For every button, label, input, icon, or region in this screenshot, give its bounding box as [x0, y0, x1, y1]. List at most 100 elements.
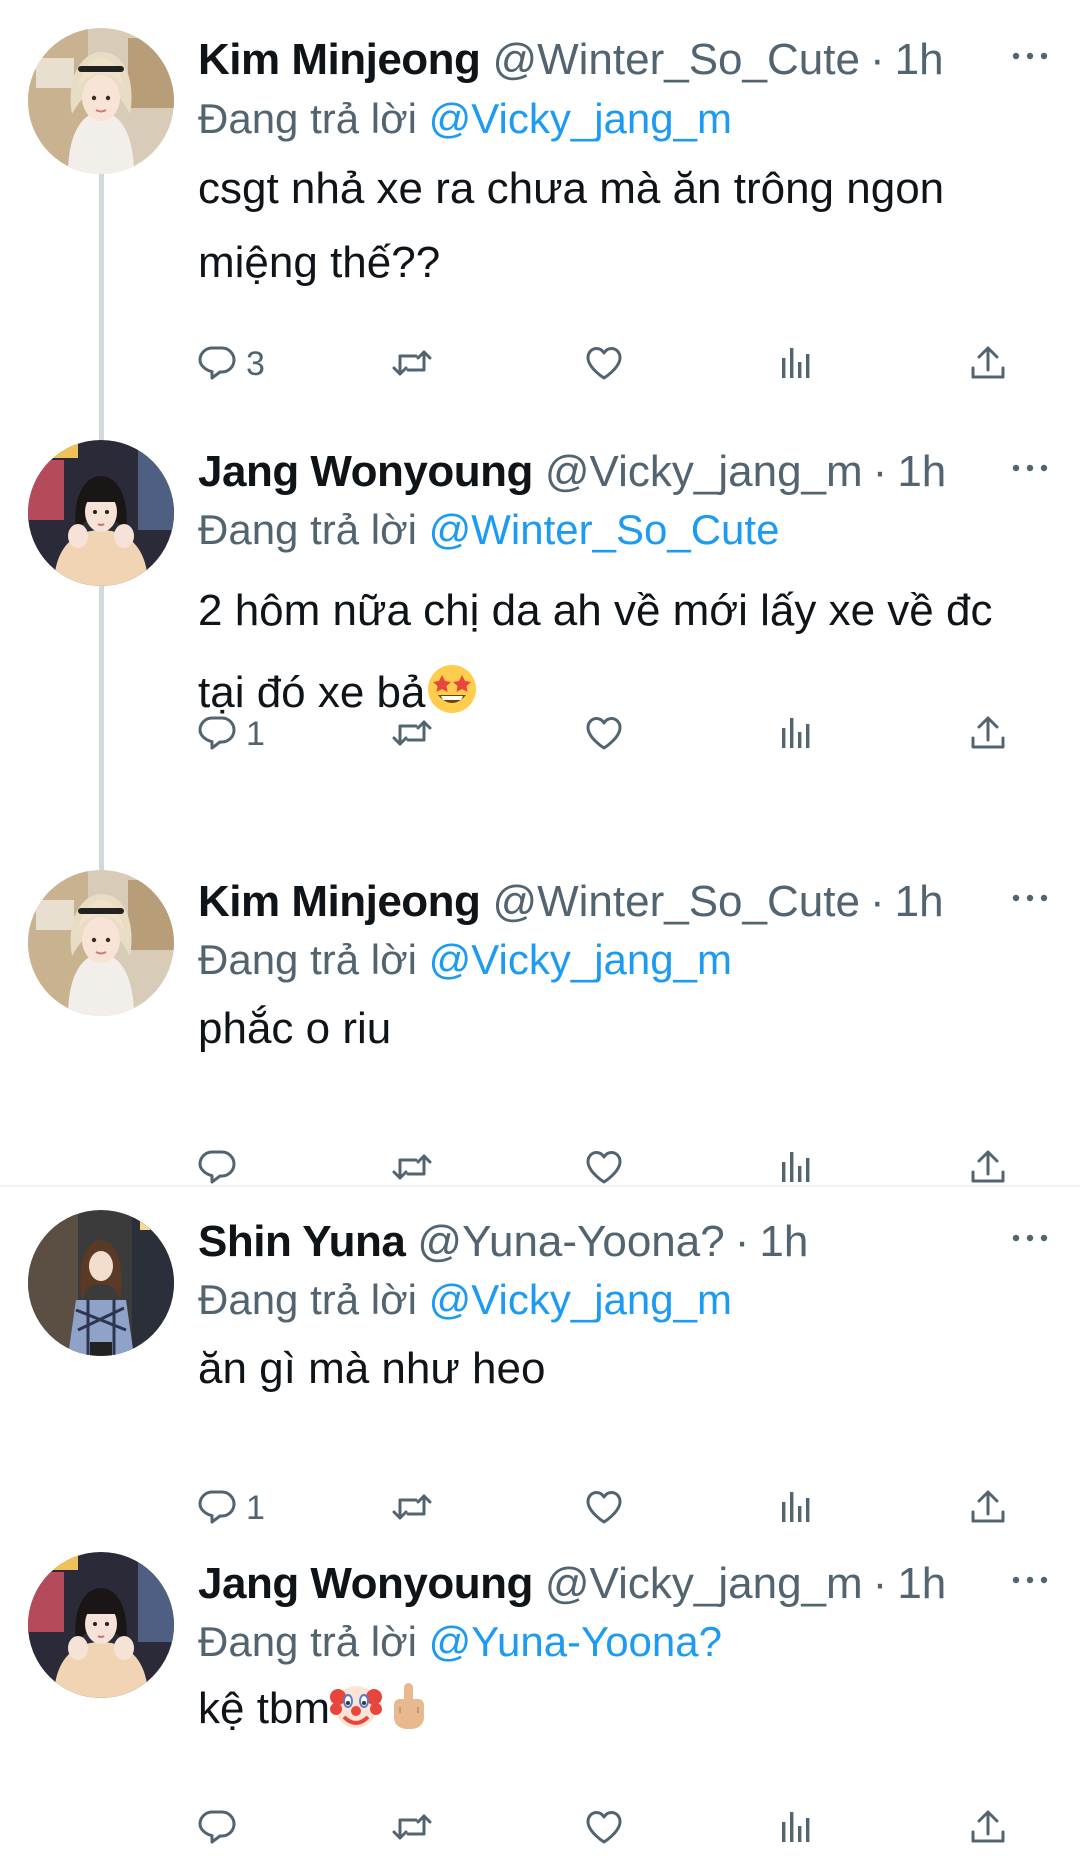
- more-options-icon[interactable]: [1010, 1218, 1050, 1258]
- views-button[interactable]: [776, 1800, 816, 1856]
- retweet-icon: [392, 350, 432, 376]
- heart-icon: [586, 347, 622, 380]
- retweet-button[interactable]: [392, 1800, 432, 1856]
- retweet-icon: [392, 720, 432, 746]
- bar-chart-icon: [782, 1812, 810, 1842]
- mention-link[interactable]: @Yuna-Yoona?: [429, 1618, 722, 1665]
- share-button[interactable]: [968, 336, 1008, 392]
- display-name[interactable]: Kim Minjeong: [198, 877, 481, 927]
- avatar[interactable]: [28, 440, 174, 586]
- timestamp[interactable]: 1h: [895, 877, 944, 927]
- avatar[interactable]: [28, 870, 174, 1016]
- tweet-actions: [198, 1800, 1018, 1856]
- reply-icon: [198, 346, 236, 380]
- display-name[interactable]: Kim Minjeong: [198, 35, 481, 85]
- like-button[interactable]: [584, 1140, 624, 1196]
- reply-button[interactable]: 3: [198, 336, 265, 392]
- share-icon: [971, 1490, 1005, 1523]
- mention-link[interactable]: @Vicky_jang_m: [429, 936, 732, 983]
- timestamp[interactable]: 1h: [759, 1217, 808, 1267]
- tweet-text-line: csgt nhả xe ra chưa mà ăn trông ngon: [198, 164, 945, 213]
- tweet[interactable]: Jang Wonyoung @Vicky_jang_m · 1h Đang tr…: [0, 1552, 1080, 1855]
- mention-link[interactable]: @Vicky_jang_m: [429, 1276, 732, 1323]
- retweet-icon: [392, 1154, 432, 1180]
- retweet-icon: [392, 1814, 432, 1840]
- tweet[interactable]: Shin Yuna @Yuna-Yoona? · 1h Đang trả lời…: [0, 1210, 1080, 1540]
- retweet-button[interactable]: [392, 1140, 432, 1196]
- reply-count: 1: [246, 714, 265, 753]
- tweet-text-line: phắc o riu: [198, 1004, 392, 1053]
- mention-link[interactable]: @Vicky_jang_m: [429, 95, 732, 142]
- reply-icon: [198, 1810, 236, 1844]
- tweet-header: Jang Wonyoung @Vicky_jang_m · 1h: [198, 1554, 1060, 1614]
- replying-label: Đang trả lời: [198, 1618, 417, 1665]
- more-options-icon[interactable]: [1010, 448, 1050, 488]
- user-handle[interactable]: @Vicky_jang_m: [545, 447, 863, 497]
- reply-button[interactable]: [198, 1140, 246, 1196]
- tweet[interactable]: Jang Wonyoung @Vicky_jang_m · 1h Đang tr…: [0, 440, 1080, 870]
- reply-button[interactable]: 1: [198, 706, 265, 762]
- views-button[interactable]: [776, 336, 816, 392]
- reply-thread: Kim Minjeong @Winter_So_Cute · 1h Đang t…: [0, 0, 1080, 1855]
- share-button[interactable]: [968, 1140, 1008, 1196]
- replying-label: Đang trả lời: [198, 506, 417, 553]
- like-button[interactable]: [584, 336, 624, 392]
- tweet-actions: 1: [198, 1480, 1018, 1536]
- tweet-text: ăn gì mà như heo: [198, 1332, 1040, 1406]
- retweet-button[interactable]: [392, 1480, 432, 1536]
- views-button[interactable]: [776, 1140, 816, 1196]
- user-handle[interactable]: @Winter_So_Cute: [492, 877, 860, 927]
- like-button[interactable]: [584, 1480, 624, 1536]
- reply-button[interactable]: [198, 1800, 246, 1856]
- share-icon: [971, 1810, 1005, 1843]
- share-button[interactable]: [968, 706, 1008, 762]
- like-button[interactable]: [584, 1800, 624, 1856]
- avatar-yuna: [28, 1210, 174, 1356]
- separator-dot: ·: [872, 447, 888, 496]
- heart-icon: [586, 1491, 622, 1524]
- middle-finger-emoji: [393, 1682, 426, 1730]
- share-icon: [971, 346, 1005, 379]
- heart-icon: [586, 1811, 622, 1844]
- more-options-icon[interactable]: [1010, 878, 1050, 918]
- display-name[interactable]: Shin Yuna: [198, 1217, 406, 1267]
- tweet-text: csgt nhả xe ra chưa mà ăn trông ngon miệ…: [198, 152, 1040, 300]
- retweet-button[interactable]: [392, 706, 432, 762]
- user-handle[interactable]: @Yuna-Yoona?: [417, 1217, 724, 1267]
- mention-link[interactable]: @Winter_So_Cute: [429, 506, 780, 553]
- tweet-header: Shin Yuna @Yuna-Yoona? · 1h: [198, 1212, 1060, 1272]
- views-button[interactable]: [776, 706, 816, 762]
- retweet-icon: [392, 1494, 432, 1520]
- timestamp[interactable]: 1h: [897, 1559, 946, 1609]
- replying-label: Đang trả lời: [198, 1276, 417, 1323]
- tweet[interactable]: Kim Minjeong @Winter_So_Cute · 1h Đang t…: [0, 0, 1080, 440]
- more-options-icon[interactable]: [1010, 1560, 1050, 1600]
- timestamp[interactable]: 1h: [897, 447, 946, 497]
- avatar[interactable]: [28, 1552, 174, 1698]
- replying-to: Đang trả lời @Yuna-Yoona?: [198, 1618, 722, 1666]
- more-options-icon[interactable]: [1010, 36, 1050, 76]
- reply-count: 1: [246, 1488, 265, 1527]
- avatar-winter: [28, 870, 174, 1016]
- views-button[interactable]: [776, 1480, 816, 1536]
- bar-chart-icon: [782, 1492, 810, 1522]
- timestamp[interactable]: 1h: [895, 35, 944, 85]
- replying-label: Đang trả lời: [198, 936, 417, 983]
- reply-icon: [198, 716, 236, 750]
- avatar[interactable]: [28, 28, 174, 174]
- display-name[interactable]: Jang Wonyoung: [198, 1559, 533, 1609]
- user-handle[interactable]: @Winter_So_Cute: [492, 35, 860, 85]
- tweet[interactable]: Kim Minjeong @Winter_So_Cute · 1h Đang t…: [0, 870, 1080, 1185]
- share-button[interactable]: [968, 1480, 1008, 1536]
- avatar[interactable]: [28, 1210, 174, 1356]
- like-button[interactable]: [584, 706, 624, 762]
- user-handle[interactable]: @Vicky_jang_m: [545, 1559, 863, 1609]
- share-icon: [971, 1150, 1005, 1183]
- reply-button[interactable]: 1: [198, 1480, 265, 1536]
- heart-icon: [586, 717, 622, 750]
- retweet-button[interactable]: [392, 336, 432, 392]
- share-button[interactable]: [968, 1800, 1008, 1856]
- tweet-text-line: miệng thế??: [198, 238, 441, 287]
- display-name[interactable]: Jang Wonyoung: [198, 447, 533, 497]
- avatar-winter: [28, 28, 174, 174]
